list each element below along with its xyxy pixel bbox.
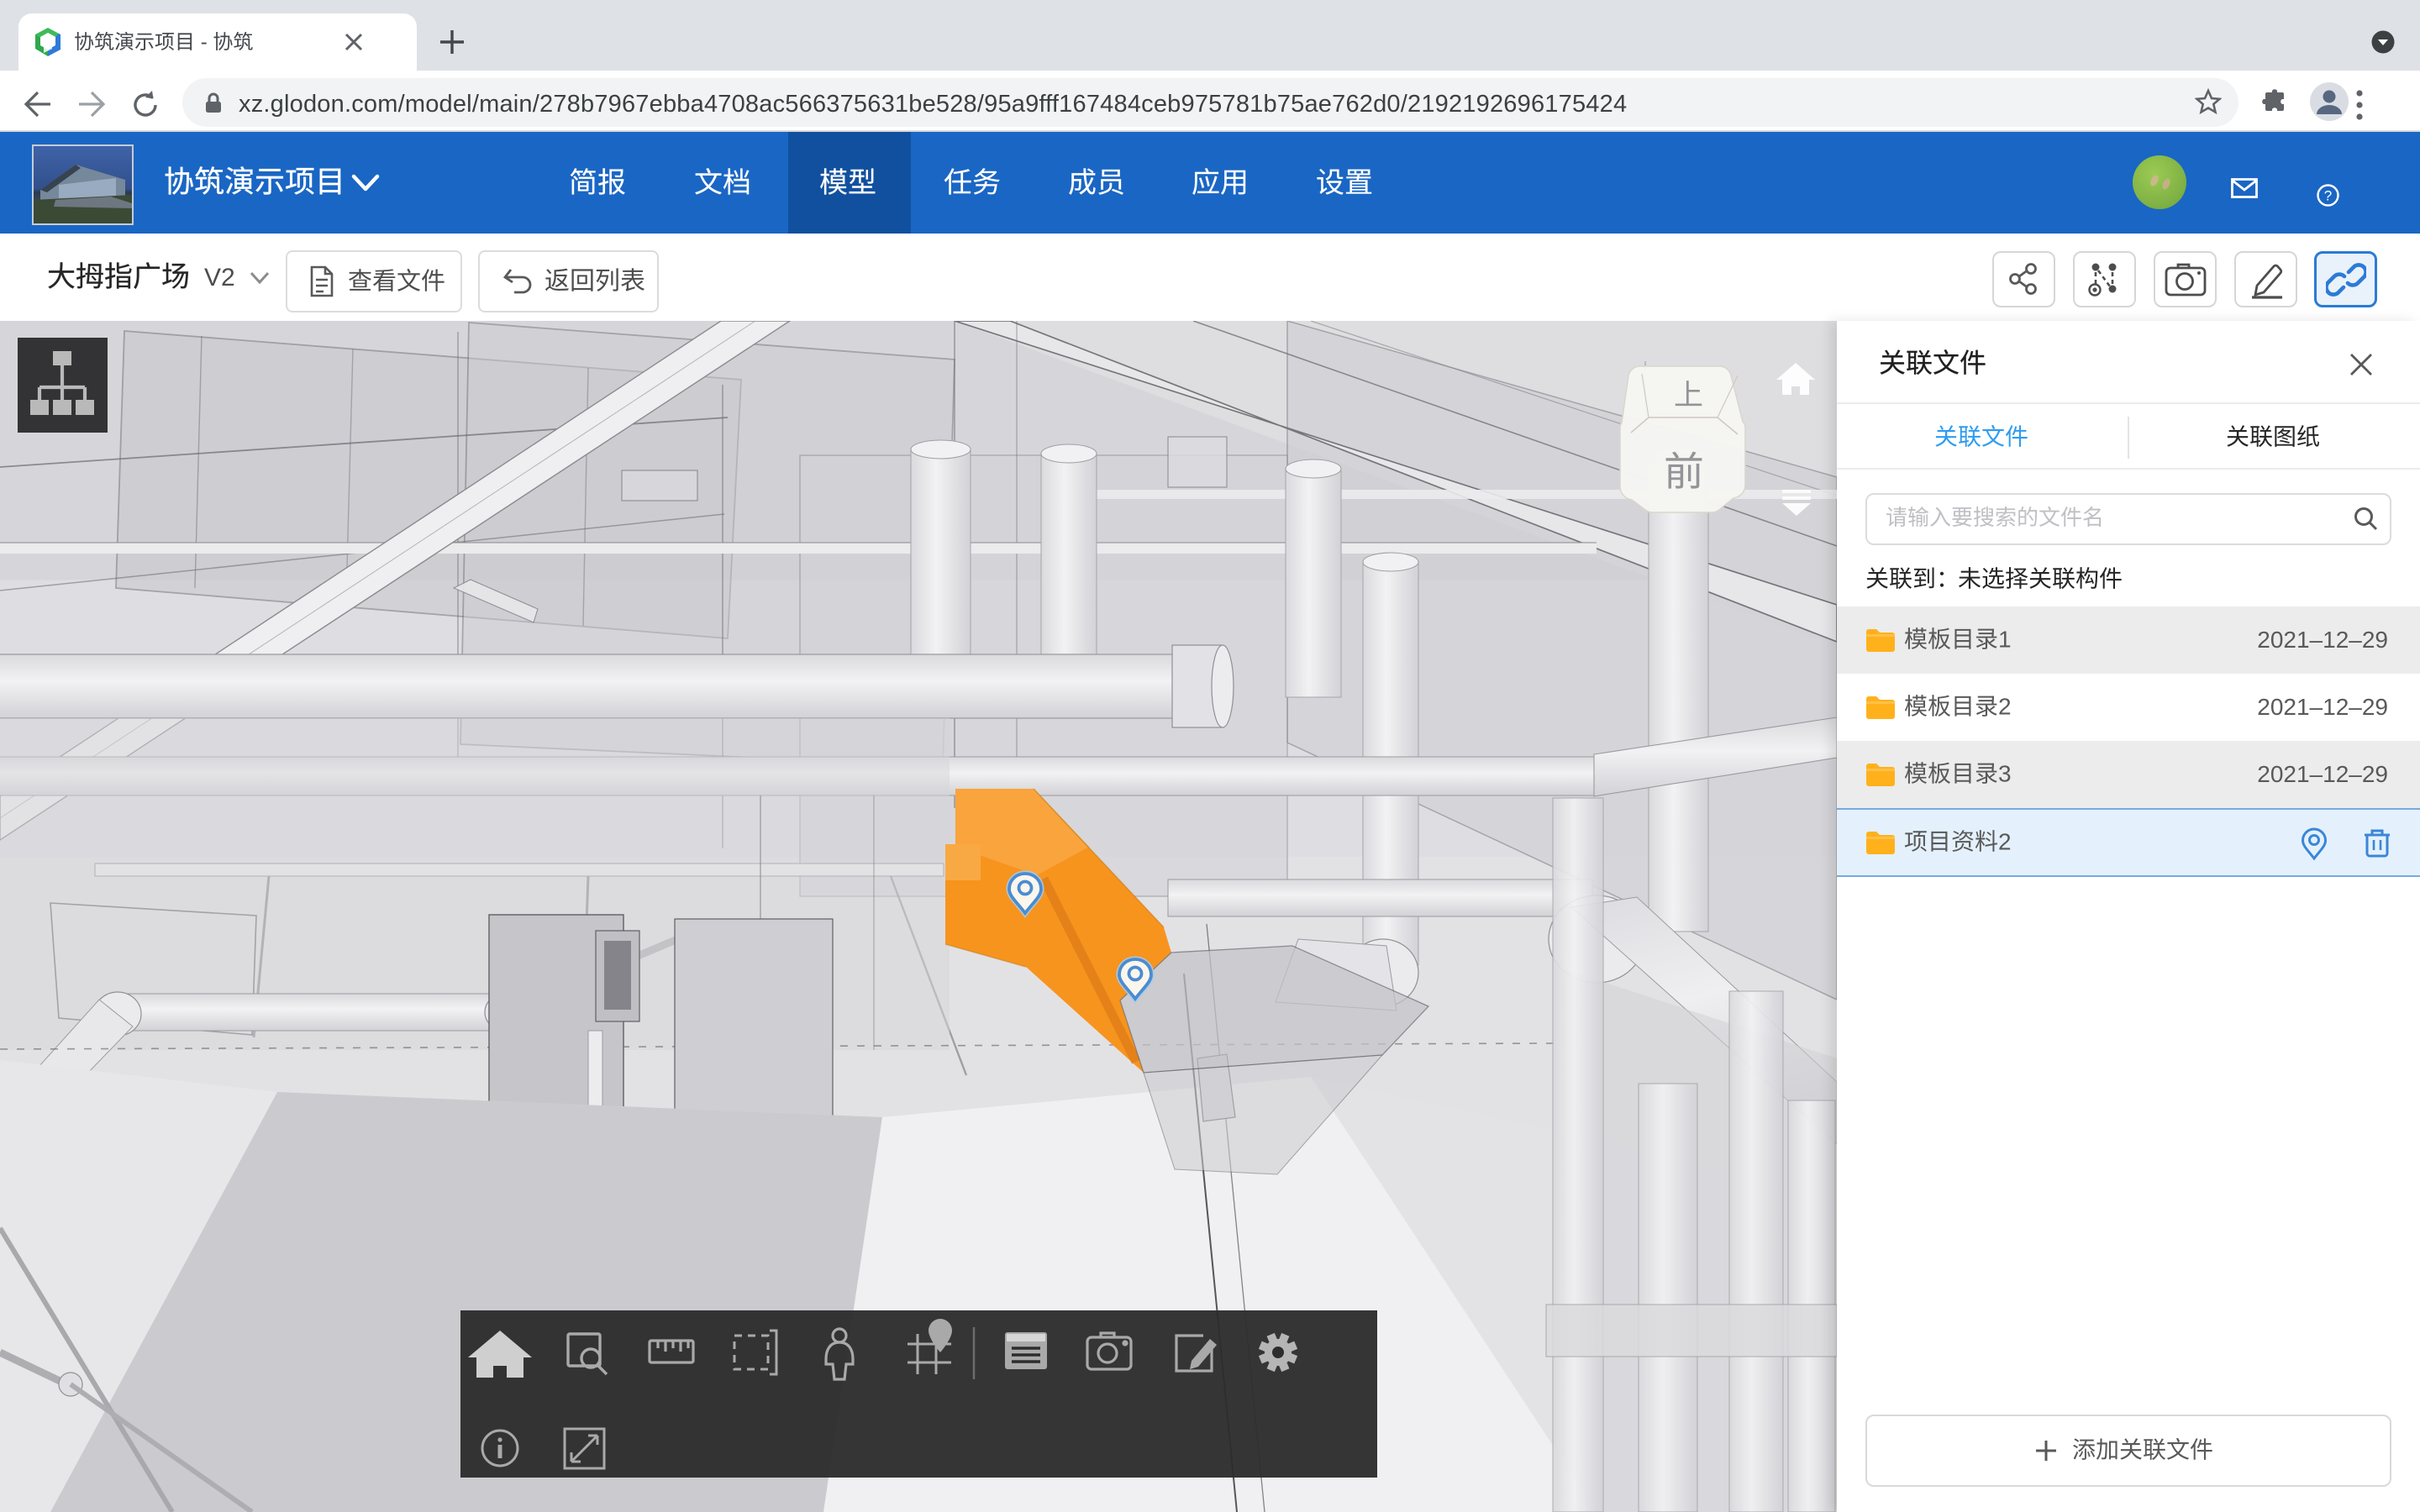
svg-text:1: 1	[1998, 627, 2012, 653]
svg-text:?: ?	[2324, 188, 2332, 204]
svg-text:3: 3	[1998, 761, 2012, 787]
svg-text:2: 2	[1998, 829, 2012, 855]
svg-text:-: -	[201, 31, 208, 54]
svg-text:2: 2	[1998, 694, 2012, 720]
